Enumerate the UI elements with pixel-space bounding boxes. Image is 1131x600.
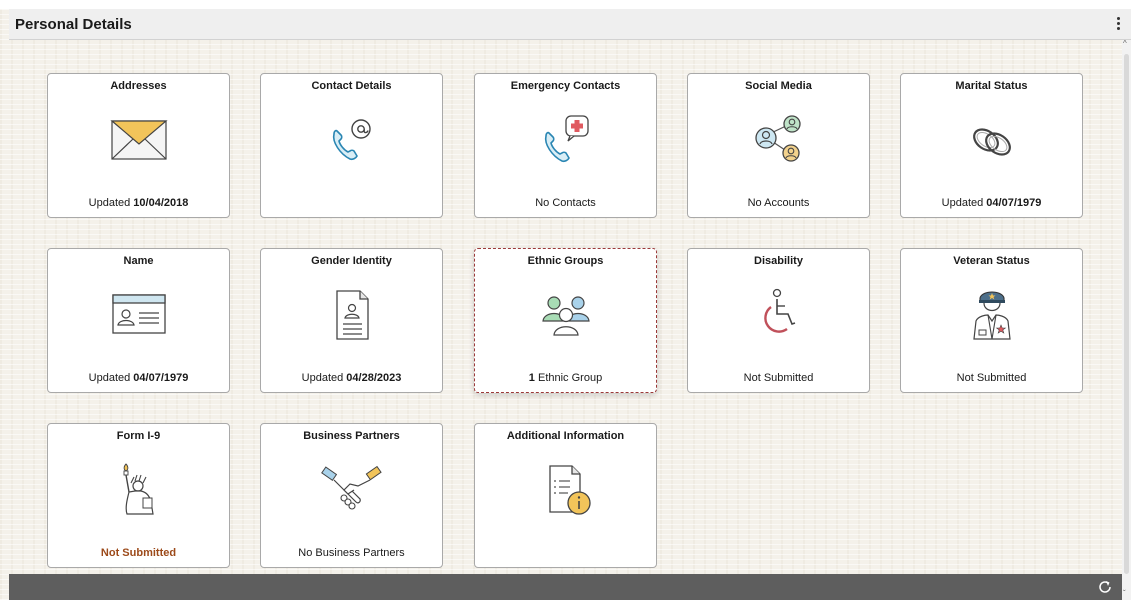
tile-marital-status[interactable]: Marital Status Updated 04/07/1979 xyxy=(900,73,1083,218)
tile-ethnic-groups[interactable]: Ethnic Groups 1 Ethnic Group xyxy=(474,248,657,393)
tile-addresses[interactable]: Addresses Updated 10/04/2018 xyxy=(47,73,230,218)
tile-status: No Contacts xyxy=(535,197,596,209)
document-info-icon xyxy=(548,465,591,515)
tile-business-partners[interactable]: Business Partners No Business Partners xyxy=(260,423,443,568)
page-title: Personal Details xyxy=(15,16,132,33)
tile-status: 1 Ethnic Group xyxy=(528,372,603,384)
top-strip xyxy=(0,0,1131,9)
tile-title: Gender Identity xyxy=(311,255,392,267)
tile-name[interactable]: Name Updated 04/07/1979 xyxy=(47,248,230,393)
tile-status: Updated 04/07/1979 xyxy=(88,372,189,384)
kebab-menu-icon[interactable] xyxy=(1115,15,1121,33)
tile-title: Name xyxy=(123,255,154,267)
envelope-icon xyxy=(109,120,168,160)
tile-additional-information[interactable]: Additional Information xyxy=(474,423,657,568)
veteran-officer-icon xyxy=(972,291,1011,340)
refresh-icon[interactable] xyxy=(1096,578,1114,596)
phone-at-icon xyxy=(332,119,371,161)
tile-title: Additional Information xyxy=(506,430,625,442)
people-group-icon xyxy=(541,296,590,336)
profile-document-icon xyxy=(335,290,369,340)
tile-title: Disability xyxy=(754,255,803,267)
tile-status: Updated 04/28/2023 xyxy=(301,372,402,384)
tile-form-i-9[interactable]: Form I-9 Not Submitted xyxy=(47,423,230,568)
vertical-scrollbar[interactable]: ^ ˇ xyxy=(1122,40,1131,600)
tile-veteran-status[interactable]: Veteran Status Not Submitted xyxy=(900,248,1083,393)
tile-title: Contact Details xyxy=(311,80,392,92)
tile-status: Not Submitted xyxy=(100,547,177,559)
page-header: Personal Details xyxy=(9,9,1131,40)
rings-icon xyxy=(972,128,1011,156)
emergency-phone-icon xyxy=(544,115,589,163)
tile-contact-details[interactable]: Contact Details xyxy=(260,73,443,218)
tile-title: Ethnic Groups xyxy=(527,255,604,267)
tile-title: Emergency Contacts xyxy=(510,80,621,92)
tile-status: Updated 10/04/2018 xyxy=(88,197,189,209)
footer-bar xyxy=(9,574,1122,600)
tile-status: Not Submitted xyxy=(956,372,1027,384)
tile-status: Not Submitted xyxy=(743,372,814,384)
scroll-thumb[interactable] xyxy=(1124,54,1129,574)
tile-title: Veteran Status xyxy=(953,255,1030,267)
tile-title: Business Partners xyxy=(303,430,400,442)
tile-title: Addresses xyxy=(110,80,167,92)
tile-emergency-contacts[interactable]: Emergency Contacts No Contacts xyxy=(474,73,657,218)
scroll-up-icon[interactable]: ^ xyxy=(1123,40,1127,48)
tile-title: Marital Status xyxy=(955,80,1028,92)
tile-title: Form I-9 xyxy=(116,430,161,442)
tile-social-media[interactable]: Social Media No Accounts xyxy=(687,73,870,218)
tile-title: Social Media xyxy=(745,80,812,92)
tile-status: Updated 04/07/1979 xyxy=(941,197,1042,209)
tile-status: No Accounts xyxy=(747,197,810,209)
handshake-icon xyxy=(320,465,382,510)
statue-of-liberty-icon xyxy=(123,463,154,515)
tile-disability[interactable]: Disability Not Submitted xyxy=(687,248,870,393)
id-card-icon xyxy=(111,294,166,334)
scroll-down-icon[interactable]: ˇ xyxy=(1123,590,1126,598)
tile-status: No Business Partners xyxy=(298,547,405,559)
tile-gender-identity[interactable]: Gender Identity Updated 04/28/2023 xyxy=(260,248,443,393)
wheelchair-icon xyxy=(763,288,795,333)
social-network-icon xyxy=(754,115,801,162)
